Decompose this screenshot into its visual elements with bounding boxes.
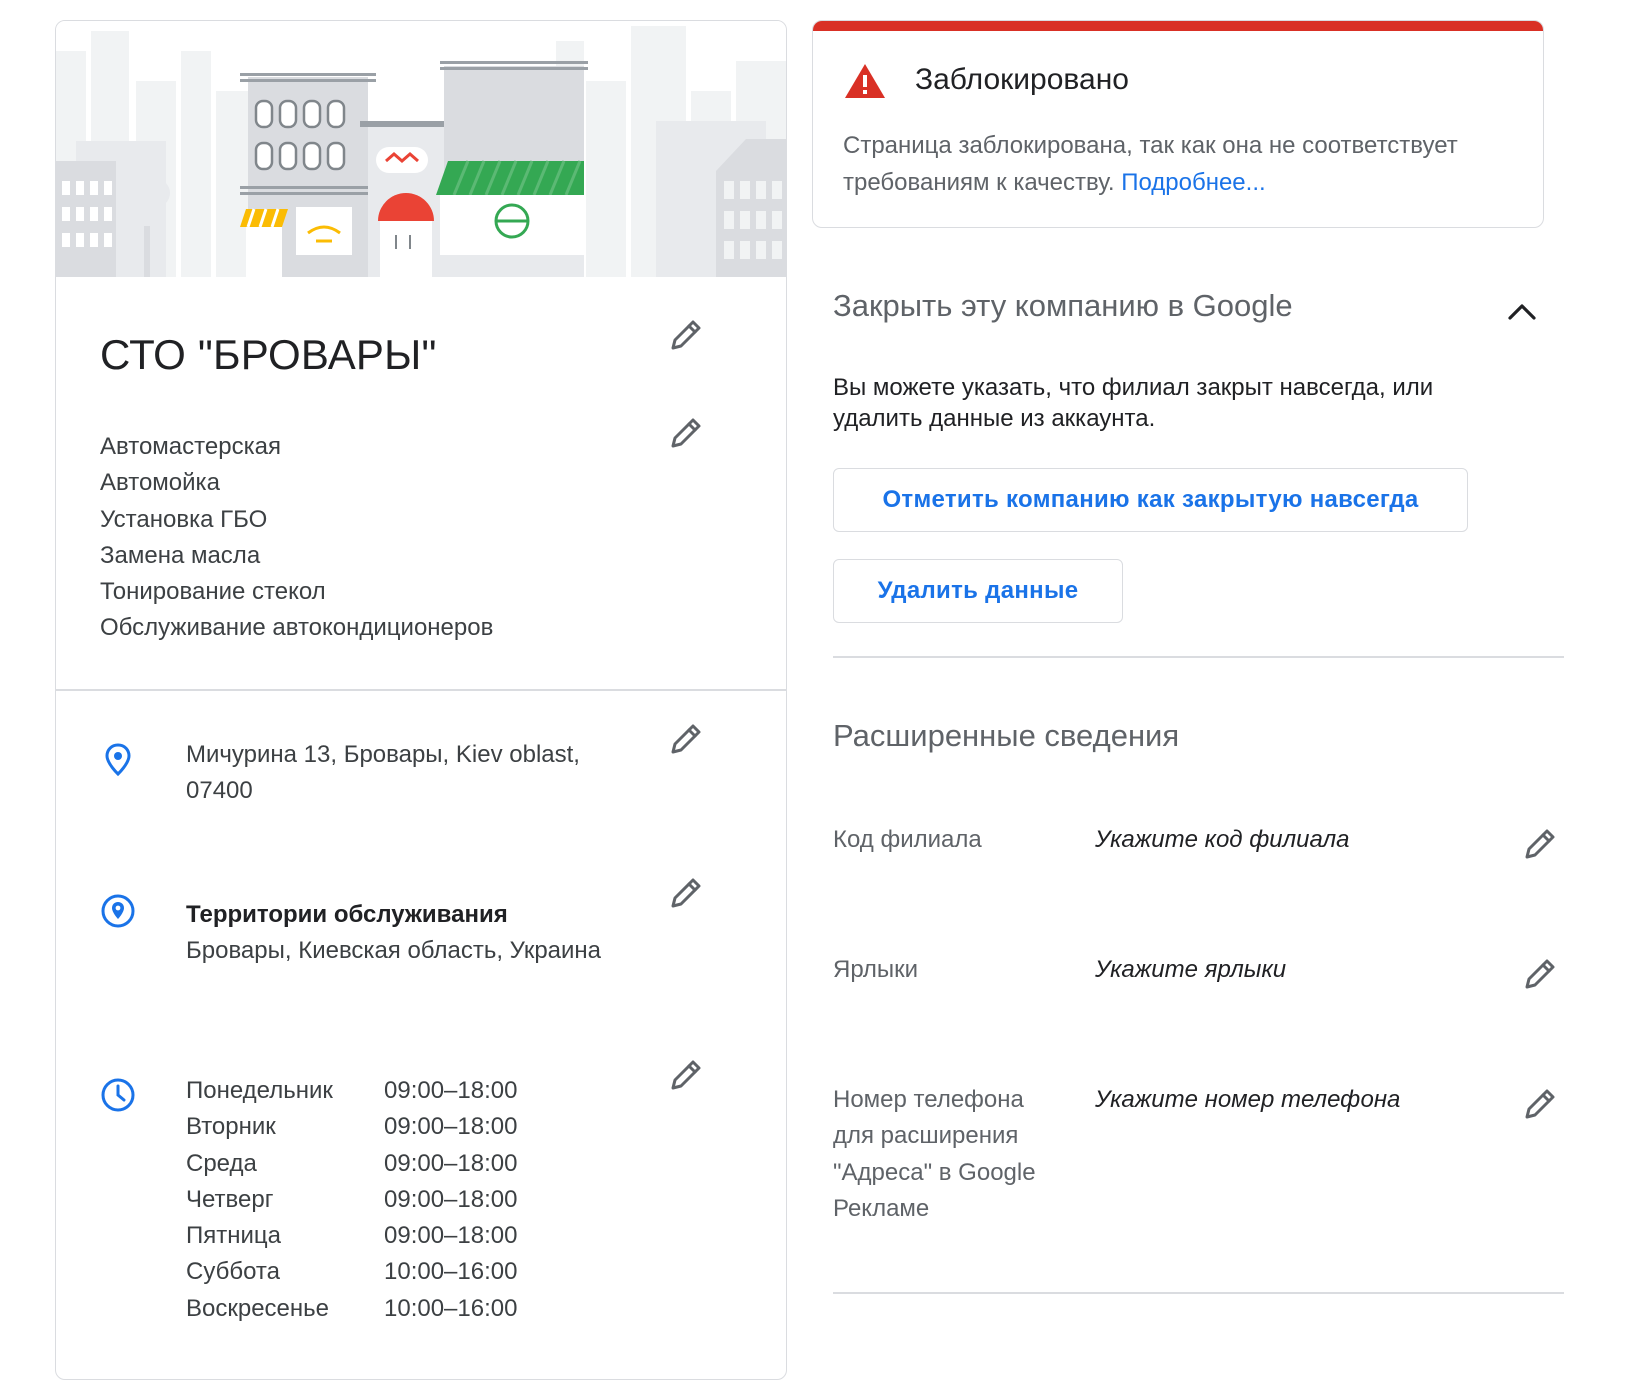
learn-more-link[interactable]: Подробнее... xyxy=(1121,169,1265,196)
hours-row: Среда 09:00–18:00 xyxy=(186,1146,517,1182)
hours-time: 09:00–18:00 xyxy=(384,1113,518,1141)
hours-row: Воскресенье 10:00–16:00 xyxy=(186,1291,517,1327)
close-business-title: Закрыть эту компанию в Google xyxy=(833,288,1293,323)
pencil-icon xyxy=(671,320,701,350)
hours-day: Среда xyxy=(186,1149,257,1177)
labels-value[interactable]: Укажите ярлыки xyxy=(1095,952,1286,988)
blocked-description: Страница заблокирована, так как она не с… xyxy=(843,127,1523,201)
address-line: 07400 xyxy=(186,777,253,804)
service-area-pin-icon xyxy=(100,893,136,929)
hours-day: Суббота xyxy=(186,1258,280,1286)
section-divider xyxy=(56,689,786,691)
edit-hours-button[interactable] xyxy=(666,1055,706,1095)
pencil-icon xyxy=(1525,959,1555,989)
pencil-icon xyxy=(671,878,701,908)
hours-time: 09:00–18:00 xyxy=(384,1149,518,1177)
store-code-value[interactable]: Укажите код филиала xyxy=(1095,822,1349,858)
labels-label: Ярлыки xyxy=(833,956,919,983)
chevron-up-icon xyxy=(1508,304,1536,320)
hours-row: Понедельник 09:00–18:00 xyxy=(186,1073,517,1109)
pencil-icon xyxy=(671,1060,701,1090)
edit-ads-phone-button[interactable] xyxy=(1520,1084,1560,1124)
hours-time: 09:00–18:00 xyxy=(384,1077,518,1104)
category-item: Установка ГБО xyxy=(100,505,268,533)
category-item: Автомойка xyxy=(100,469,220,497)
ads-phone-value[interactable]: Укажите номер телефона xyxy=(1095,1082,1400,1118)
hours-time: 10:00–16:00 xyxy=(384,1258,518,1286)
alert-top-bar xyxy=(813,21,1543,31)
pencil-icon xyxy=(1525,1089,1555,1119)
edit-service-areas-button[interactable] xyxy=(666,873,706,913)
hours-time: 09:00–18:00 xyxy=(384,1222,518,1250)
business-categories: Автомастерская Автомойка Установка ГБО З… xyxy=(100,429,493,647)
category-item: Автомастерская xyxy=(100,433,281,460)
hours-day: Пятница xyxy=(186,1222,281,1250)
category-item: Обслуживание автокондиционеров xyxy=(100,614,494,642)
opening-hours: Понедельник 09:00–18:00 Вторник 09:00–18:0… xyxy=(186,1073,517,1327)
map-pin-icon xyxy=(100,741,136,777)
clock-icon xyxy=(100,1077,136,1113)
business-address: Мичурина 13, Бровары, Kiev oblast, 07400 xyxy=(186,737,626,809)
blocked-title: Заблокировано xyxy=(915,63,1129,96)
delete-data-button[interactable]: Удалить данные xyxy=(833,559,1123,623)
edit-address-button[interactable] xyxy=(666,719,706,759)
hours-day: Четверг xyxy=(186,1185,274,1213)
service-areas-value: Бровары, Киевская область, Украина xyxy=(186,937,602,964)
service-areas-title: Территории обслуживания xyxy=(186,901,508,928)
collapse-section-button[interactable] xyxy=(1500,290,1544,334)
hours-day: Воскресенье xyxy=(186,1294,330,1322)
business-name: СТО "БРОВАРЫ" xyxy=(100,331,437,378)
pencil-icon xyxy=(1525,829,1555,859)
storefront-illustration xyxy=(56,21,786,277)
hours-day: Понедельник xyxy=(186,1077,333,1104)
store-code-label: Код филиала xyxy=(833,826,982,853)
advanced-info-title: Расширенные сведения xyxy=(833,718,1180,753)
hours-row: Вторник 09:00–18:00 xyxy=(186,1109,517,1145)
edit-labels-button[interactable] xyxy=(1520,954,1560,994)
hours-time: 09:00–18:00 xyxy=(384,1185,518,1213)
section-divider xyxy=(833,1292,1564,1294)
business-info-card: СТО "БРОВАРЫ" Автомастерская Автомойка У… xyxy=(55,20,787,1380)
edit-categories-button[interactable] xyxy=(666,413,706,453)
hours-time: 10:00–16:00 xyxy=(384,1294,518,1322)
edit-store-code-button[interactable] xyxy=(1520,824,1560,864)
address-line: Мичурина 13, Бровары, Kiev oblast, xyxy=(186,741,580,768)
mark-permanently-closed-button[interactable]: Отметить компанию как закрытую навсегда xyxy=(833,468,1468,532)
section-divider xyxy=(833,656,1564,658)
blocked-alert-card: Заблокировано Страница заблокирована, та… xyxy=(812,20,1544,228)
hours-day: Вторник xyxy=(186,1113,276,1141)
pencil-icon xyxy=(671,418,701,448)
pencil-icon xyxy=(671,724,701,754)
storefront-illustration-svg xyxy=(56,26,786,277)
ads-phone-label: Номер телефона для расширения "Адреса" в… xyxy=(833,1086,1036,1222)
hours-row: Четверг 09:00–18:00 xyxy=(186,1182,517,1218)
hours-row: Пятница 09:00–18:00 xyxy=(186,1218,517,1254)
category-item: Тонирование стекол xyxy=(100,578,326,606)
hours-row: Суббота 10:00–16:00 xyxy=(186,1254,517,1290)
warning-icon xyxy=(843,61,887,101)
category-item: Замена масла xyxy=(100,541,261,569)
close-business-description: Вы можете указать, что филиал закрыт нав… xyxy=(833,374,1434,432)
edit-name-button[interactable] xyxy=(666,315,706,355)
